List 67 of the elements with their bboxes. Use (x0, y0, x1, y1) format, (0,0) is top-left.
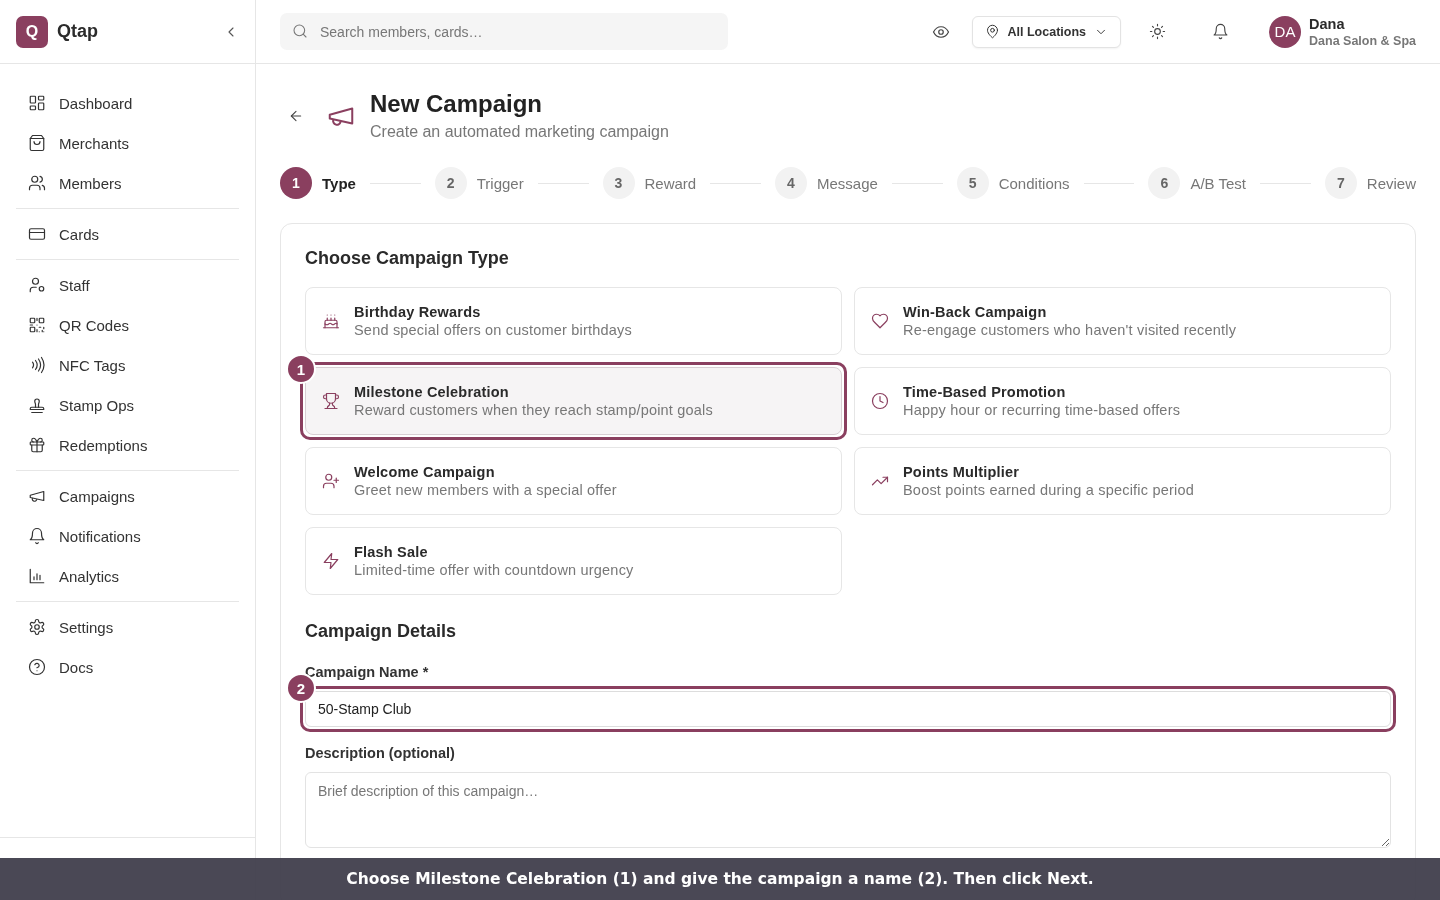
business-name: Dana Salon & Spa (1309, 33, 1416, 48)
campaign-type-option[interactable]: Welcome Campaign Greet new members with a special offer (305, 447, 842, 515)
dashboard-icon (28, 94, 46, 112)
bell-icon (28, 527, 46, 545)
users-icon (28, 174, 46, 192)
step-tab[interactable]: 3 Reward (602, 167, 697, 199)
field-label: Campaign Name * (305, 664, 430, 680)
campaign-type-option[interactable]: Milestone Celebration Reward customers when they reach stamp/point goals (305, 367, 842, 435)
credit-card-icon (28, 225, 46, 243)
step-tab[interactable]: 6 A/B Test (1148, 167, 1246, 199)
search-field[interactable]: Search members, cards… (280, 13, 728, 50)
sidebar-item[interactable]: Docs (16, 647, 239, 687)
step-tab[interactable]: 5 Conditions (956, 167, 1070, 199)
gift-icon (28, 436, 46, 454)
bar-chart-icon (28, 567, 46, 585)
step-tab[interactable]: 7 Review (1324, 167, 1416, 199)
input-field[interactable]: 50-Stamp Club (305, 691, 1391, 727)
sidebar-item[interactable]: Cards (16, 214, 239, 254)
campaign-type-option[interactable]: Win-Back Campaign Re-engage customers who haven't visited recently (854, 287, 1391, 355)
sidebar-item[interactable]: Settings (16, 607, 239, 647)
sidebar-item[interactable]: NFC Tags (16, 345, 239, 385)
trophy-icon (322, 392, 340, 410)
user-gear-icon (28, 276, 46, 294)
sun-icon (1149, 23, 1166, 40)
brand-name: Qtap (57, 21, 99, 42)
sidebar-item[interactable]: Merchants (16, 123, 239, 163)
sidebar-item[interactable]: Staff (16, 265, 239, 305)
qr-code-icon (28, 316, 46, 334)
clock-icon (871, 392, 889, 410)
sidebar-item[interactable]: Dashboard (16, 83, 239, 123)
user-name: Dana (1309, 15, 1346, 32)
bell-icon (1212, 23, 1229, 40)
step-tab[interactable]: 2 Trigger (434, 167, 524, 199)
user-plus-icon (322, 472, 340, 490)
help-circle-icon (28, 658, 46, 676)
sidebar-item[interactable]: Stamp Ops (16, 385, 239, 425)
settings-icon (28, 618, 46, 636)
heart-icon (871, 312, 889, 330)
instruction-banner: Choose Milestone Celebration (1) and give the campaign a name (2). Then click Next. (0, 858, 1440, 900)
step-callout: 1 (286, 354, 316, 384)
campaign-type-option[interactable]: Flash Sale Limited-time offer with countdown urgency (305, 527, 842, 595)
sidebar-item[interactable]: Redemptions (16, 425, 239, 465)
step-tab[interactable]: 4 Message (775, 167, 878, 199)
search-icon (292, 23, 308, 39)
lightning-icon (322, 552, 340, 570)
field-label: Description (optional) (305, 745, 456, 761)
stamp-icon (28, 396, 46, 414)
campaign-type-option[interactable]: Birthday Rewards Send special offers on customer birthdays (305, 287, 842, 355)
map-pin-icon (984, 24, 1000, 39)
sidebar-item[interactable]: Campaigns (16, 476, 239, 516)
cake-icon (322, 312, 340, 330)
sidebar-item[interactable]: QR Codes (16, 305, 239, 345)
shopping-bag-icon (28, 134, 46, 152)
sidebar-item[interactable]: Notifications (16, 516, 239, 556)
step-tab[interactable]: 1 Type (280, 167, 356, 199)
sidebar-item[interactable]: Members (16, 163, 239, 203)
page-title: New Campaign (370, 90, 544, 118)
page-subtitle: Create an automated marketing campaign (370, 123, 669, 141)
avatar[interactable]: DA (1269, 15, 1301, 48)
sidebar-item[interactable]: Analytics (16, 556, 239, 596)
section-heading: Choose Campaign Type (305, 248, 510, 269)
logo: Q (16, 15, 48, 48)
location-dropdown[interactable]: All Locations (971, 15, 1121, 48)
campaign-type-option[interactable]: Time-Based Promotion Happy hour or recurring time-based offers (854, 367, 1391, 435)
text-area[interactable]: Brief description of this campaign… (305, 772, 1391, 848)
section-heading: Campaign Details (305, 621, 458, 642)
campaign-type-option[interactable]: Points Multiplier Boost points earned during a specific period (854, 447, 1391, 515)
